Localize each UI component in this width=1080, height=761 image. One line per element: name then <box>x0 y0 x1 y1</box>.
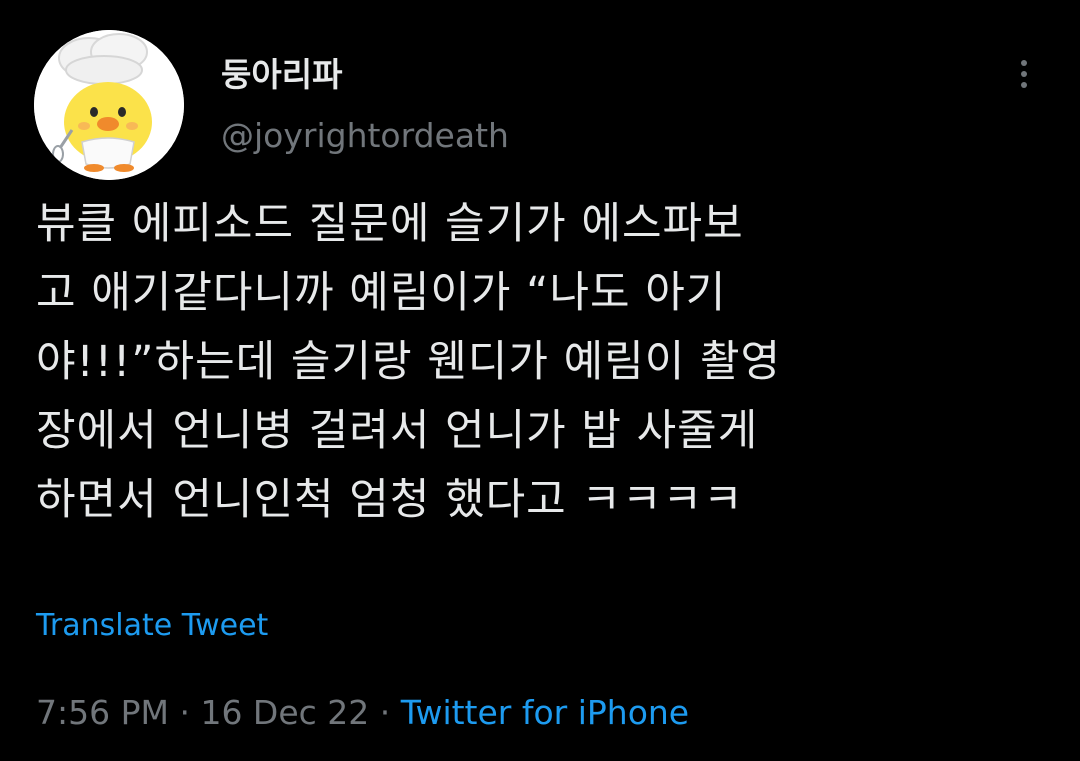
tweet-meta: 7:56 PM · 16 Dec 22 · Twitter for iPhone <box>36 692 689 734</box>
tweet-text-line: 하면서 언니인척 엄청 했다고 ㅋㅋㅋㅋ <box>36 475 744 525</box>
translate-tweet-link[interactable]: Translate Tweet <box>36 607 268 645</box>
tweet-text: 뷰클 에피소드 질문에 슬기가 에스파보 고 애기같다니까 예림이가 “나도 아… <box>36 190 1046 535</box>
tweet-date[interactable]: 16 Dec 22 <box>200 693 369 732</box>
tweet-time[interactable]: 7:56 PM <box>36 693 169 732</box>
meta-separator: · <box>369 693 401 732</box>
more-dot <box>1021 82 1027 88</box>
display-name[interactable]: 둥아리파 <box>221 55 342 95</box>
more-vertical-icon[interactable] <box>1004 54 1044 94</box>
tweet-text-line: 장에서 언니병 걸려서 언니가 밥 사줄게 <box>36 406 759 456</box>
tweet-text-line: 뷰클 에피소드 질문에 슬기가 에스파보 <box>36 199 744 249</box>
tweet: 둥아리파 @joyrightordeath 뷰클 에피소드 질문에 슬기가 에스… <box>0 0 1080 761</box>
avatar[interactable] <box>34 30 184 180</box>
more-dot <box>1021 60 1027 66</box>
user-handle[interactable]: @joyrightordeath <box>221 116 509 156</box>
more-dot <box>1021 71 1027 77</box>
chick-chef-avatar-icon <box>34 30 184 180</box>
meta-separator: · <box>168 693 201 732</box>
tweet-text-line: 고 애기같다니까 예림이가 “나도 아기 <box>36 268 727 318</box>
tweet-text-line: 야!!!”하는데 슬기랑 웬디가 예림이 촬영 <box>36 337 782 387</box>
tweet-source-link[interactable]: Twitter for iPhone <box>401 693 689 732</box>
